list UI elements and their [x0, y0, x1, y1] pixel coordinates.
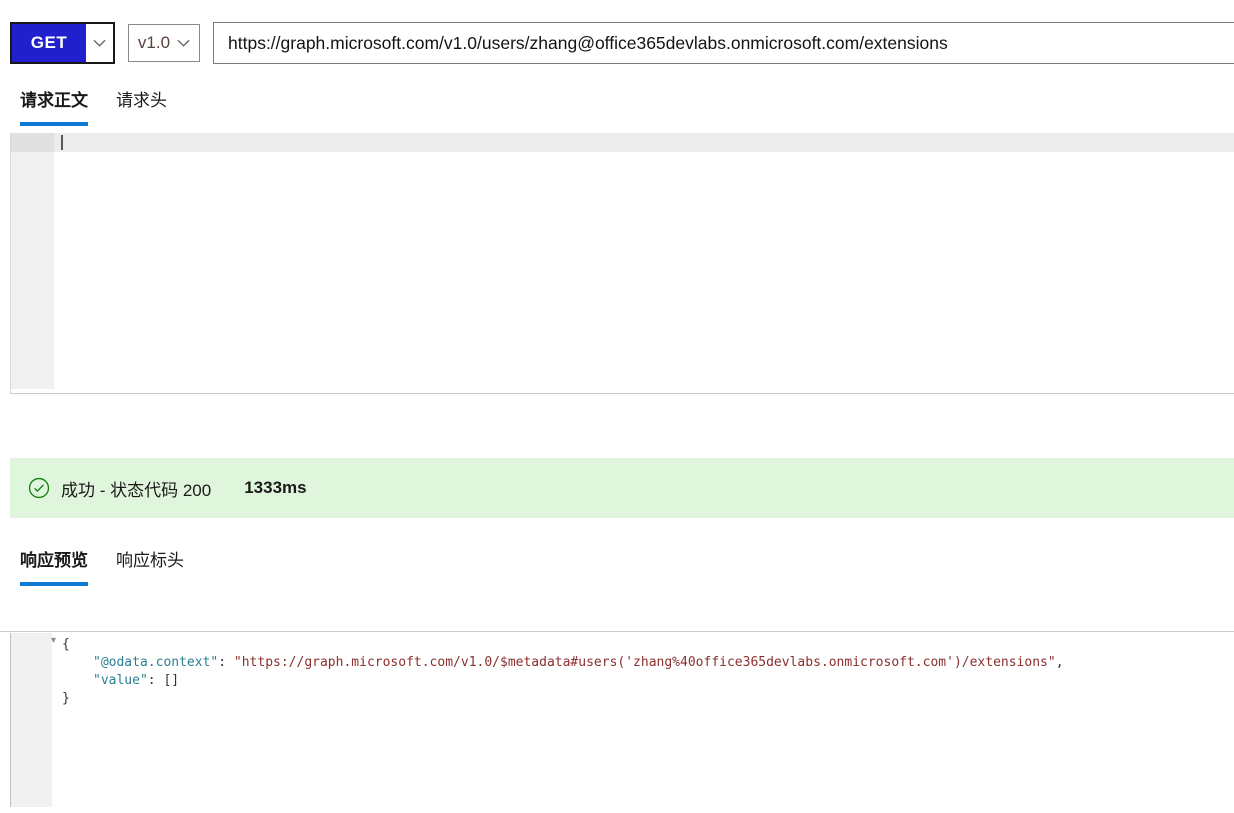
api-version-dropdown[interactable]: v1.0	[128, 24, 200, 62]
json-line: {	[0, 636, 1234, 654]
json-array-value: []	[163, 673, 179, 688]
editor-gutter	[11, 133, 54, 389]
tab-request-body-label: 请求正文	[20, 91, 88, 110]
check-circle-icon	[28, 477, 50, 499]
editor-current-line[interactable]	[54, 133, 1234, 152]
chevron-down-icon[interactable]	[86, 24, 113, 62]
json-string-value: "https://graph.microsoft.com/v1.0/$metad…	[234, 655, 1056, 670]
tab-response-headers[interactable]: 响应标头	[116, 546, 184, 586]
http-method-label: GET	[12, 24, 86, 62]
response-preview-panel: ▾ { "@odata.context": "https://graph.mic…	[0, 631, 1234, 813]
json-line: "@odata.context": "https://graph.microso…	[0, 654, 1234, 672]
status-text: 成功 - 状态代码 200	[61, 476, 211, 501]
response-status-banner: 成功 - 状态代码 200 1333ms	[10, 458, 1234, 518]
json-line: "value": []	[0, 672, 1234, 690]
response-duration: 1333ms	[244, 478, 306, 498]
tab-request-headers-label: 请求头	[116, 91, 167, 110]
request-body-editor[interactable]	[10, 133, 1234, 394]
request-tabs: 请求正文 请求头	[20, 86, 167, 126]
json-key: "@odata.context"	[93, 655, 218, 670]
text-cursor	[61, 135, 63, 150]
editor-gutter-active-line	[11, 133, 54, 152]
tab-response-headers-label: 响应标头	[116, 551, 184, 570]
tab-request-body[interactable]: 请求正文	[20, 86, 88, 126]
request-url-input[interactable]	[213, 22, 1234, 64]
chevron-down-icon	[177, 39, 190, 47]
response-tabs: 响应预览 响应标头	[20, 546, 184, 586]
http-method-dropdown[interactable]: GET	[10, 22, 115, 64]
chevron-down-icon	[93, 39, 106, 47]
json-line: }	[0, 690, 1234, 708]
json-key: "value"	[93, 673, 148, 688]
tab-response-preview[interactable]: 响应预览	[20, 546, 88, 586]
api-version-label: v1.0	[138, 33, 170, 53]
tab-response-preview-label: 响应预览	[20, 551, 88, 570]
response-json: { "@odata.context": "https://graph.micro…	[0, 636, 1234, 708]
tab-request-headers[interactable]: 请求头	[116, 86, 167, 126]
